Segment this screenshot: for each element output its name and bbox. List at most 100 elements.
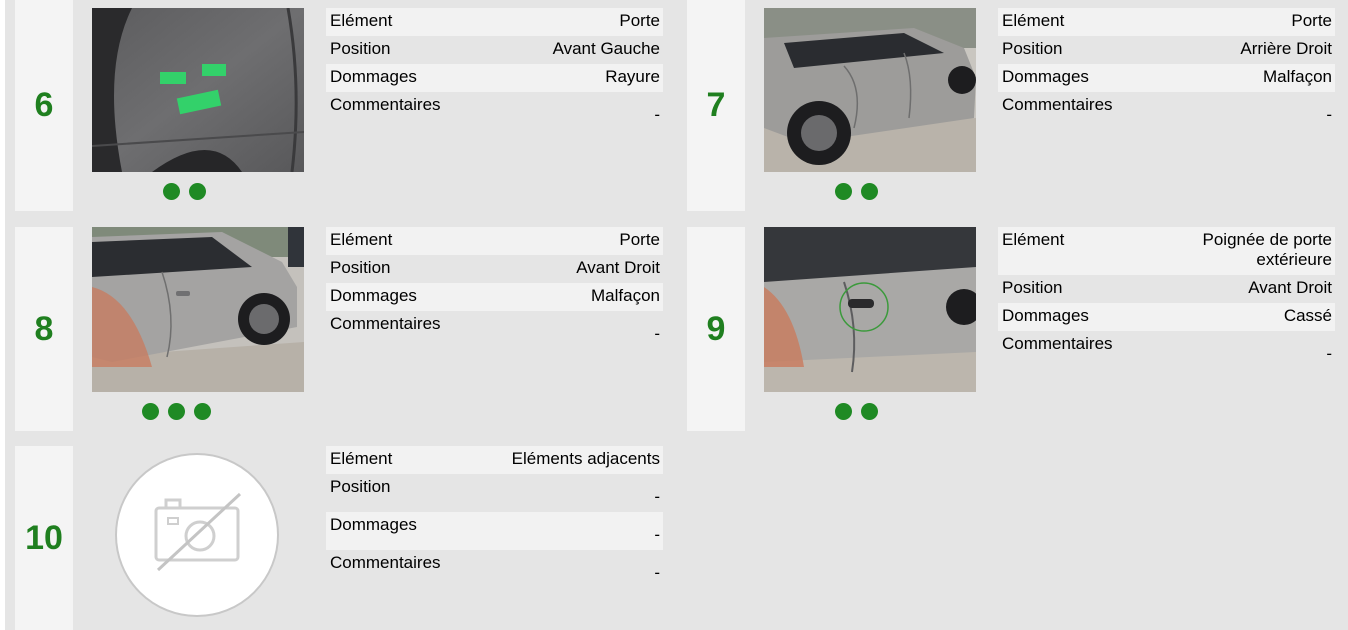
carousel-dot-icon[interactable]	[189, 183, 206, 200]
label-element: Elément	[1002, 230, 1065, 249]
photo-carousel-dots	[163, 183, 206, 200]
label-comments: Commentaires	[1002, 95, 1113, 114]
label-comments: Commentaires	[330, 95, 441, 114]
damage-card-7: 7 Elément Porte Position Arrière Droit D…	[677, 0, 1348, 211]
no-camera-icon	[115, 453, 279, 617]
damage-photo[interactable]	[92, 227, 304, 392]
label-position: Position	[1002, 39, 1063, 58]
label-damages: Dommages	[330, 515, 417, 534]
carousel-dot-icon[interactable]	[861, 403, 878, 420]
detail-row-comments: Commentaires -	[326, 92, 663, 130]
label-comments: Commentaires	[330, 314, 441, 333]
label-comments: Commentaires	[1002, 334, 1113, 353]
detail-row-position: Position Avant Gauche	[326, 36, 663, 64]
value-position: Arrière Droit	[1240, 39, 1332, 58]
label-comments: Commentaires	[330, 553, 441, 572]
damage-card-9: 9 Elément Poignée de porte extérieure Po…	[677, 227, 1348, 431]
damage-photo[interactable]	[92, 8, 304, 172]
item-number: 10	[25, 518, 63, 557]
value-damages: Cassé	[1283, 306, 1332, 325]
item-number: 9	[706, 309, 726, 348]
detail-row-element: Elément Porte	[326, 227, 663, 255]
label-position: Position	[330, 477, 391, 496]
damage-card-10: 10 Elément Eléments adjacents Position -	[5, 446, 676, 630]
item-number-column: 9	[687, 227, 745, 431]
value-damages: Rayure	[605, 67, 660, 86]
value-comments: -	[654, 563, 660, 582]
value-damages: Malfaçon	[1263, 67, 1332, 86]
value-comments: -	[1326, 344, 1332, 363]
label-position: Position	[330, 258, 391, 277]
damage-card-6: 6 Elément Porte Position Avant Gauche Do…	[5, 0, 676, 211]
label-element: Elément	[330, 11, 393, 30]
label-position: Position	[1002, 278, 1063, 297]
value-damages: -	[654, 525, 660, 544]
item-number: 7	[706, 86, 726, 124]
label-damages: Dommages	[330, 67, 417, 86]
damage-details: Elément Porte Position Arrière Droit Dom…	[998, 8, 1335, 130]
carousel-dot-icon[interactable]	[835, 183, 852, 200]
label-damages: Dommages	[1002, 67, 1089, 86]
detail-row-element: Elément Eléments adjacents	[326, 446, 663, 474]
item-number-column: 10	[15, 446, 73, 630]
detail-row-position: Position Avant Droit	[326, 255, 663, 283]
item-number-column: 7	[687, 0, 745, 211]
item-number: 8	[34, 309, 54, 348]
door-handle-photo-image	[764, 227, 976, 392]
value-element: Porte	[619, 11, 660, 30]
detail-row-position: Position Avant Droit	[998, 275, 1335, 303]
carousel-dot-icon[interactable]	[835, 403, 852, 420]
item-number-column: 8	[15, 227, 73, 431]
label-damages: Dommages	[330, 286, 417, 305]
detail-row-damages: Dommages Cassé	[998, 303, 1335, 331]
damage-card-8: 8 Elément Porte Position Avant Droit Dom…	[5, 227, 676, 431]
detail-row-element: Elément Porte	[326, 8, 663, 36]
value-position: -	[654, 487, 660, 506]
value-element: Eléments adjacents	[511, 449, 660, 468]
carousel-dot-icon[interactable]	[194, 403, 211, 420]
label-element: Elément	[330, 449, 393, 468]
detail-row-comments: Commentaires -	[998, 331, 1335, 369]
photo-carousel-dots	[142, 403, 211, 420]
item-number-column: 6	[15, 0, 73, 211]
value-element: Porte	[619, 230, 660, 249]
detail-row-damages: Dommages -	[326, 512, 663, 550]
value-damages: Malfaçon	[591, 286, 660, 305]
damage-details: Elément Eléments adjacents Position - Do…	[326, 446, 663, 588]
photo-carousel-dots	[835, 183, 878, 200]
value-element: Poignée de porte extérieure	[1202, 230, 1333, 269]
value-position: Avant Droit	[1248, 278, 1332, 297]
detail-row-comments: Commentaires -	[326, 550, 663, 588]
value-comments: -	[654, 105, 660, 124]
value-position: Avant Droit	[576, 258, 660, 277]
value-position: Avant Gauche	[552, 39, 660, 58]
detail-row-damages: Dommages Malfaçon	[998, 64, 1335, 92]
carousel-dot-icon[interactable]	[163, 183, 180, 200]
damage-photo[interactable]	[764, 227, 976, 392]
photo-carousel-dots	[835, 403, 878, 420]
label-element: Elément	[1002, 11, 1065, 30]
value-comments: -	[1326, 105, 1332, 124]
damage-details: Elément Poignée de porte extérieure Posi…	[998, 227, 1335, 369]
detail-row-element: Elément Poignée de porte extérieure	[998, 227, 1335, 275]
no-photo-placeholder	[114, 452, 280, 618]
damage-photo[interactable]	[764, 8, 976, 172]
door-scratch-photo-image	[92, 8, 304, 172]
value-element: Porte	[1291, 11, 1332, 30]
detail-row-element: Elément Porte	[998, 8, 1335, 36]
carousel-dot-icon[interactable]	[168, 403, 185, 420]
car-front-door-photo-image	[92, 227, 304, 392]
detail-row-damages: Dommages Malfaçon	[326, 283, 663, 311]
carousel-dot-icon[interactable]	[142, 403, 159, 420]
damage-details: Elément Porte Position Avant Droit Domma…	[326, 227, 663, 349]
car-rear-door-photo-image	[764, 8, 976, 172]
carousel-dot-icon[interactable]	[861, 183, 878, 200]
label-damages: Dommages	[1002, 306, 1089, 325]
detail-row-position: Position -	[326, 474, 663, 512]
detail-row-comments: Commentaires -	[326, 311, 663, 349]
item-number: 6	[34, 86, 54, 124]
label-position: Position	[330, 39, 391, 58]
detail-row-damages: Dommages Rayure	[326, 64, 663, 92]
detail-row-comments: Commentaires -	[998, 92, 1335, 130]
label-element: Elément	[330, 230, 393, 249]
